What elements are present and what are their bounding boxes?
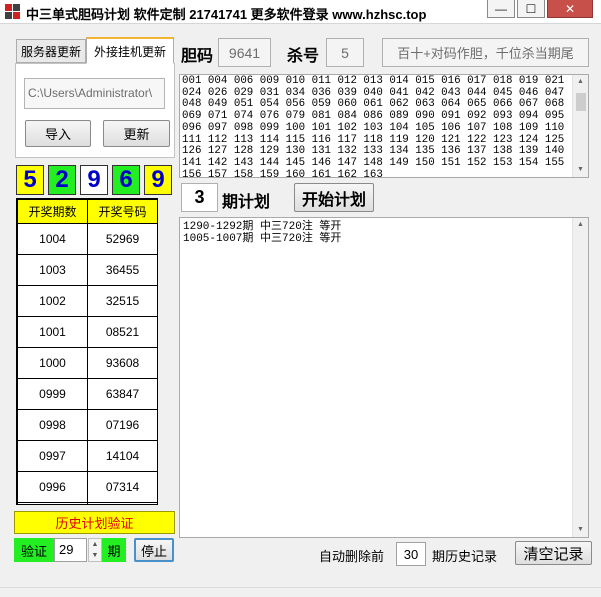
number-cell: 07314 <box>87 471 157 503</box>
period-cell: 1001 <box>17 316 88 348</box>
close-button[interactable]: ✕ <box>547 0 593 18</box>
codes-text: 001 004 006 009 010 011 012 013 014 015 … <box>182 75 565 178</box>
latest-number-digit: 9 <box>80 165 108 195</box>
period-cell: 0996 <box>17 471 88 503</box>
history-record-label: 期历史记录 <box>432 549 498 564</box>
maximize-button[interactable]: ☐ <box>517 0 545 18</box>
dan-label: 胆码 <box>181 48 214 65</box>
spin-down-icon[interactable]: ▼ <box>92 552 99 559</box>
tab-external-update[interactable]: 外接挂机更新 <box>86 37 174 64</box>
number-cell: 93608 <box>87 347 157 379</box>
result-lines: 1290-1292期 中三720注 等开 1005-1007期 中三720注 等开 <box>183 221 341 245</box>
result-textbox[interactable]: 1290-1292期 中三720注 等开 1005-1007期 中三720注 等开 <box>179 217 589 538</box>
table-row[interactable]: 0999 63847 <box>17 378 157 410</box>
codes-scrollbar[interactable]: ▲ ▼ <box>572 75 588 177</box>
scroll-up-icon[interactable]: ▲ <box>573 218 588 232</box>
header-period: 开奖期数 <box>17 199 88 224</box>
history-scrollbar[interactable] <box>158 198 175 505</box>
spin-up-icon[interactable]: ▲ <box>92 541 99 548</box>
auto-delete-input[interactable]: 30 <box>396 542 426 566</box>
path-input[interactable]: C:\Users\Administrator\ <box>24 78 165 109</box>
table-row[interactable]: 0997 14104 <box>17 440 157 472</box>
sha-input[interactable]: 5 <box>326 38 364 67</box>
table-row[interactable]: 1004 52969 <box>17 223 157 255</box>
table-row[interactable]: 1000 93608 <box>17 347 157 379</box>
history-verify-button[interactable]: 历史计划验证 <box>14 511 175 534</box>
tab-server-update[interactable]: 服务器更新 <box>16 39 86 63</box>
period-cell: 1004 <box>17 223 88 255</box>
number-cell: 07196 <box>87 409 157 441</box>
minimize-button[interactable]: — <box>487 0 515 18</box>
result-line: 1290-1292期 中三720注 等开 <box>183 221 342 233</box>
plan-period-input[interactable]: 3 <box>181 183 218 212</box>
stop-button[interactable]: 停止 <box>134 538 174 562</box>
title-bar: 中三单式胆码计划 软件定制 21741741 更多软件登录 www.hzhsc.… <box>0 0 601 24</box>
latest-number-digit: 5 <box>16 165 44 195</box>
number-cell: 08521 <box>87 316 157 348</box>
app-icon <box>5 4 21 20</box>
update-button[interactable]: 更新 <box>103 120 170 147</box>
period-cell: 0999 <box>17 378 88 410</box>
scroll-down-icon[interactable]: ▼ <box>573 523 588 537</box>
verify-spinner[interactable]: ▲ ▼ <box>88 538 102 562</box>
period-cell: 0997 <box>17 440 88 472</box>
latest-number-digit: 2 <box>48 165 76 195</box>
sha-label: 杀号 <box>287 48 320 65</box>
scroll-up-icon[interactable]: ▲ <box>573 75 588 89</box>
window-title: 中三单式胆码计划 软件定制 21741741 更多软件登录 www.hzhsc.… <box>26 7 427 22</box>
number-cell: 14104 <box>87 440 157 472</box>
latest-number-digit: 6 <box>112 165 140 195</box>
period-cell: 1003 <box>17 254 88 286</box>
dan-input[interactable]: 9641 <box>218 38 271 67</box>
table-row[interactable]: 1001 08521 <box>17 316 157 348</box>
result-scrollbar[interactable]: ▲ ▼ <box>572 218 588 537</box>
period-cell: 1000 <box>17 347 88 379</box>
verify-count-input[interactable]: 29 <box>54 538 87 562</box>
table-row[interactable]: 1002 32515 <box>17 285 157 317</box>
history-table: 开奖期数 开奖号码 1004 52969 1003 36455 1002 32515 100… <box>16 198 158 505</box>
status-bar <box>0 587 601 597</box>
rule-input[interactable]: 百十+对码作胆，千位杀当期尾 <box>382 38 589 67</box>
plan-label: 期计划 <box>222 194 271 211</box>
table-row[interactable]: 0996 07314 <box>17 471 157 503</box>
table-row[interactable]: 1003 36455 <box>17 254 157 286</box>
period-cell: 0995 <box>17 502 88 504</box>
codes-textbox[interactable]: 001 004 006 009 010 011 012 013 014 015 … <box>179 74 589 178</box>
start-plan-button[interactable]: 开始计划 <box>294 183 374 212</box>
scroll-down-icon[interactable]: ▼ <box>573 163 588 177</box>
number-cell: 32515 <box>87 285 157 317</box>
period-cell: 0998 <box>17 409 88 441</box>
number-cell: 63847 <box>87 378 157 410</box>
clear-records-button[interactable]: 清空记录 <box>515 541 592 565</box>
period-label: 期 <box>102 538 126 562</box>
auto-delete-label: 自动删除前 <box>319 549 385 564</box>
latest-number-digit: 9 <box>144 165 172 195</box>
number-cell: 52969 <box>87 223 157 255</box>
number-cell: 36455 <box>87 254 157 286</box>
table-row[interactable]: 0998 07196 <box>17 409 157 441</box>
table-row[interactable]: 099568222 <box>17 502 157 504</box>
scroll-thumb[interactable] <box>576 93 586 111</box>
import-button[interactable]: 导入 <box>25 120 91 147</box>
verify-label: 验证 <box>14 538 54 562</box>
header-number: 开奖号码 <box>87 199 157 224</box>
result-line: 1005-1007期 中三720注 等开 <box>183 233 342 245</box>
period-cell: 1002 <box>17 285 88 317</box>
number-cell: 68222 <box>87 502 157 504</box>
